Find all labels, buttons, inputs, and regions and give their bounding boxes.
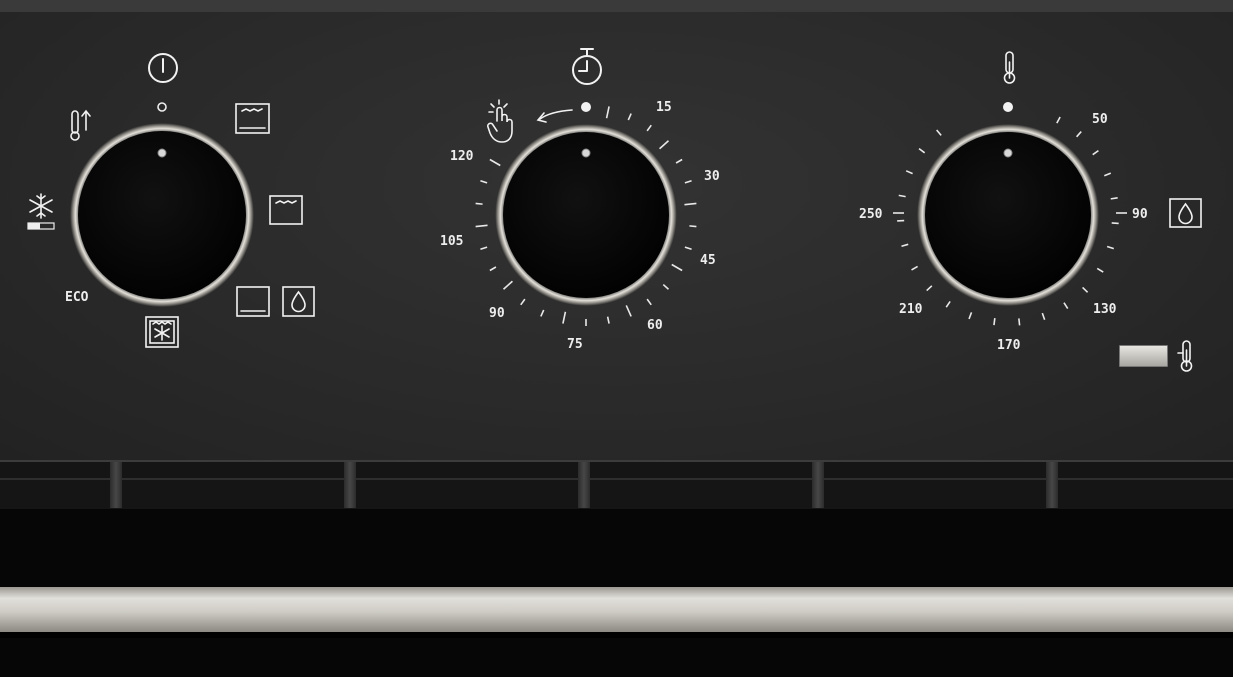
top-down-heat-icon — [70, 109, 91, 141]
temperature-tick — [1096, 267, 1104, 273]
timer-label-45: 45 — [700, 253, 716, 268]
timer-tick — [606, 316, 610, 324]
timer-tick — [625, 305, 632, 317]
timer-tick — [646, 298, 652, 306]
power-icon — [148, 53, 178, 83]
timer-label-30: 30 — [704, 169, 720, 184]
handle-shadow — [0, 632, 1233, 638]
timer-tick — [489, 266, 497, 272]
temperature-tick — [1056, 116, 1061, 124]
fan-grill-icon — [145, 316, 179, 348]
timer-tick — [475, 224, 488, 228]
temperature-tick — [1076, 131, 1082, 138]
timer-zero-dot — [581, 102, 591, 112]
timer-tick — [662, 283, 670, 290]
timer-tick — [689, 225, 697, 228]
temp-label-170: 170 — [997, 338, 1021, 353]
timer-tick — [605, 106, 610, 119]
temp-label-210: 210 — [899, 302, 923, 317]
thermometer-icon — [1003, 51, 1016, 84]
temp-label-250: 250 — [859, 207, 883, 222]
timer-tick — [502, 280, 513, 290]
temperature-tick — [1106, 245, 1115, 250]
timer-tick — [480, 246, 488, 251]
eco-label: ECO — [65, 290, 89, 305]
temp-label-50: 50 — [1092, 112, 1108, 127]
off-position-dot — [157, 102, 167, 112]
temperature-zero-dot — [1003, 102, 1013, 112]
vent-rib — [578, 462, 590, 508]
door-handle[interactable] — [0, 587, 1233, 632]
timer-tick — [646, 124, 652, 132]
temperature-tick — [1082, 286, 1089, 293]
temperature-tick — [926, 285, 933, 292]
vent-rib — [344, 462, 356, 508]
temperature-tick — [898, 194, 906, 198]
timer-tick — [480, 179, 488, 184]
timer-label-120: 120 — [450, 149, 474, 164]
indicator-lamp — [1119, 345, 1168, 367]
timer-label-75: 75 — [567, 337, 583, 352]
timer-tick — [627, 113, 632, 121]
temperature-knob[interactable] — [917, 124, 1099, 306]
temperature-tick — [936, 129, 942, 136]
temp-label-130: 130 — [1093, 302, 1117, 317]
temperature-tick — [905, 170, 913, 175]
timer-tick — [562, 311, 567, 324]
rotate-arrow-icon — [536, 109, 573, 123]
temperature-tick — [901, 243, 909, 248]
temperature-tick — [945, 300, 951, 308]
timer-tick — [540, 309, 545, 317]
timer-tick — [675, 158, 683, 164]
temperature-tick — [993, 318, 996, 326]
timer-knob[interactable] — [495, 124, 677, 306]
stopwatch-icon — [572, 48, 602, 85]
top-bottom-heat-icon — [235, 103, 270, 134]
controls-layer: ECO 15 30 45 60 75 90 105 120 50 90 130 … — [27, 48, 1202, 372]
temperature-tick — [1063, 302, 1069, 309]
manual-mode-icon — [487, 99, 513, 143]
temperature-tick — [1104, 172, 1112, 177]
top-heat-icon — [269, 195, 303, 225]
timer-tick — [684, 202, 697, 206]
timer-label-15: 15 — [656, 100, 672, 115]
steam-cleaning-icon — [282, 286, 315, 317]
temperature-tick — [1018, 318, 1021, 326]
thermometer-icon — [1177, 340, 1193, 372]
temperature-tick — [968, 312, 973, 320]
timer-label-90: 90 — [489, 306, 505, 321]
temperature-tick — [911, 265, 919, 271]
defrost-icon — [27, 193, 55, 230]
timer-tick — [659, 140, 670, 150]
temperature-tick — [1110, 197, 1118, 200]
timer-tick — [684, 179, 692, 184]
temp-label-90: 90 — [1132, 207, 1148, 222]
bottom-heat-icon — [236, 286, 270, 317]
function-selector-knob[interactable] — [70, 123, 254, 307]
timer-tick — [489, 158, 501, 167]
timer-tick — [671, 263, 683, 272]
temperature-tick — [1041, 312, 1046, 321]
timer-tick — [520, 298, 526, 306]
temperature-tick — [1111, 222, 1119, 225]
steam-cleaning-icon — [1169, 198, 1202, 228]
vent-rib — [110, 462, 122, 508]
vent-rib — [812, 462, 824, 508]
temperature-tick — [918, 147, 926, 154]
timer-tick — [684, 246, 692, 251]
timer-label-60: 60 — [647, 318, 663, 333]
temperature-tick — [1092, 149, 1099, 156]
ventilation-strip — [0, 460, 1233, 513]
vent-rib — [1046, 462, 1058, 508]
timer-tick — [475, 202, 483, 205]
timer-label-105: 105 — [440, 234, 463, 249]
